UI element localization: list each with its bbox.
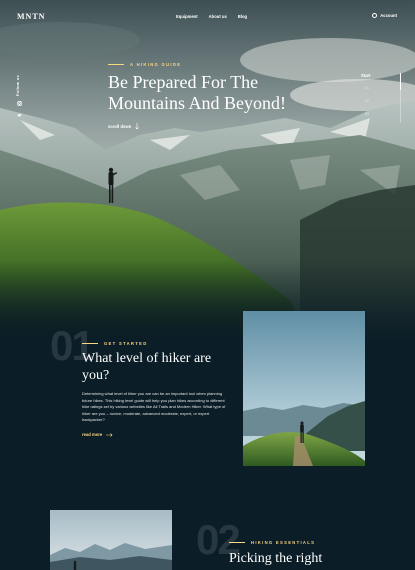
arrow-down-icon bbox=[135, 123, 139, 130]
hiker-photo bbox=[243, 311, 365, 466]
scroll-down-button[interactable]: scroll down bbox=[108, 123, 139, 130]
nav-link-equipment[interactable]: Equipment bbox=[176, 14, 198, 19]
hero-section: MNTN Equipment About us Blog Account Fol… bbox=[0, 0, 415, 340]
nav-link-blog[interactable]: Blog bbox=[238, 14, 247, 19]
follow-us-panel: Follow us bbox=[15, 75, 23, 120]
arrow-right-icon bbox=[106, 432, 113, 437]
section-eyebrow: GET STARTED bbox=[82, 341, 148, 346]
top-nav: MNTN Equipment About us Blog Account bbox=[0, 0, 415, 34]
slide-progress-track bbox=[399, 73, 401, 123]
essentials-photo bbox=[50, 510, 172, 570]
twitter-icon[interactable] bbox=[15, 113, 23, 120]
section-eyebrow: HIKING ESSENTIALS bbox=[229, 540, 315, 545]
section-title: Picking the right bbox=[229, 551, 323, 566]
section-eyebrow-text: GET STARTED bbox=[104, 341, 148, 346]
slide-nav-label: Start bbox=[361, 73, 371, 78]
hero-background-image bbox=[0, 0, 415, 340]
slide-progress-indicator bbox=[399, 73, 401, 90]
account-label: Account bbox=[380, 13, 397, 18]
section-title: What level of hiker are you? bbox=[82, 351, 212, 383]
slide-nav: Start 01 02 03 bbox=[361, 73, 401, 123]
slide-nav-item[interactable]: 03 bbox=[365, 112, 369, 116]
hero-title: Be Prepared For The Mountains And Beyond… bbox=[108, 72, 286, 113]
account-button[interactable]: Account bbox=[372, 13, 397, 18]
eyebrow-line bbox=[82, 343, 98, 344]
follow-us-label: Follow us bbox=[15, 75, 20, 97]
hero-eyebrow: A HIKING GUIDE bbox=[108, 62, 181, 67]
logo[interactable]: MNTN bbox=[17, 12, 45, 21]
read-more-link[interactable]: read more bbox=[82, 432, 113, 437]
nav-link-about-us[interactable]: About us bbox=[209, 14, 227, 19]
instagram-icon[interactable] bbox=[15, 101, 23, 108]
slide-nav-item[interactable]: 02 bbox=[365, 99, 369, 103]
page: MNTN Equipment About us Blog Account Fol… bbox=[0, 0, 415, 570]
section-body: Determining what level of hiker you are … bbox=[82, 391, 226, 423]
section-eyebrow-text: HIKING ESSENTIALS bbox=[251, 540, 316, 545]
user-icon bbox=[372, 13, 378, 18]
eyebrow-line bbox=[108, 64, 124, 65]
hero-eyebrow-text: A HIKING GUIDE bbox=[130, 62, 182, 67]
slide-nav-item[interactable]: 01 bbox=[365, 86, 369, 90]
read-more-label: read more bbox=[82, 432, 103, 437]
nav-links: Equipment About us Blog bbox=[176, 14, 247, 19]
eyebrow-line bbox=[229, 542, 245, 543]
scroll-down-label: scroll down bbox=[108, 124, 132, 129]
